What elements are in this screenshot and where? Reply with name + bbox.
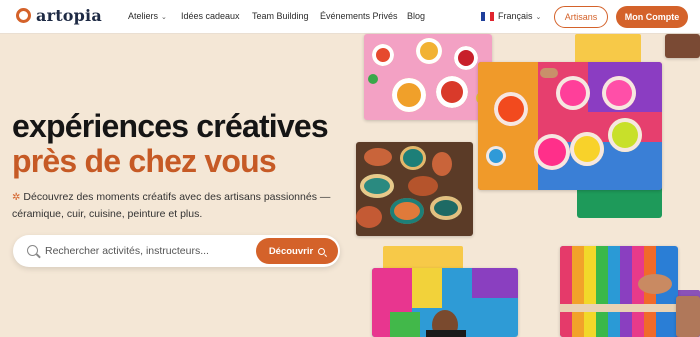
nav-link-ateliers[interactable]: Ateliers ⌄: [128, 11, 167, 21]
top-navbar: artopia Ateliers ⌄ Idées cadeaux Team Bui…: [0, 0, 700, 34]
photo-partial-right: [676, 296, 700, 337]
hero-title-line2: près de chez vous: [12, 143, 277, 179]
search-bar: Découvrir: [13, 235, 340, 267]
nav-link-label: Blog: [407, 11, 426, 21]
discover-button-label: Découvrir: [268, 245, 314, 257]
nav-link-label: Team Building: [252, 11, 309, 21]
photo-painting: [478, 62, 662, 190]
search-input[interactable]: [45, 243, 255, 259]
nav-link-evenements-prives[interactable]: Événements Privés: [320, 11, 398, 21]
language-label: Français: [498, 11, 533, 21]
artisans-button[interactable]: Artisans: [554, 6, 608, 28]
nav-link-idees-cadeaux[interactable]: Idées cadeaux: [181, 11, 240, 21]
search-icon: [27, 245, 38, 256]
nav-link-label: Idées cadeaux: [181, 11, 240, 21]
hero-subtitle-text: Découvrez des moments créatifs avec des …: [12, 191, 331, 220]
discover-button[interactable]: Découvrir: [256, 238, 338, 264]
language-selector[interactable]: Français ⌄: [498, 11, 541, 21]
account-button[interactable]: Mon Compte: [616, 6, 688, 28]
photo-street-art: [372, 268, 518, 337]
nav-link-blog[interactable]: Blog: [407, 11, 425, 21]
sparkle-icon: ✲: [12, 192, 21, 203]
nav-link-label: Ateliers: [128, 11, 159, 21]
logo-icon: [16, 8, 31, 23]
photo-cooking: [364, 34, 492, 120]
chevron-down-icon: ⌄: [161, 14, 167, 21]
hero-title-line1: expériences créatives: [12, 108, 329, 144]
photo-ceramics: [356, 142, 473, 236]
french-flag-icon: [481, 12, 494, 21]
photo-partial-top-right: [665, 34, 700, 58]
photo-weaving: [560, 246, 678, 337]
nav-link-team-building[interactable]: Team Building: [252, 11, 309, 21]
chevron-down-icon: ⌄: [535, 14, 542, 21]
hero-subtitle: ✲ Découvrez des moments créatifs avec des…: [12, 189, 357, 223]
search-icon: [318, 247, 326, 255]
logo[interactable]: artopia: [16, 6, 102, 25]
nav-link-label: Événements Privés: [320, 11, 398, 21]
logo-text: artopia: [36, 6, 102, 25]
